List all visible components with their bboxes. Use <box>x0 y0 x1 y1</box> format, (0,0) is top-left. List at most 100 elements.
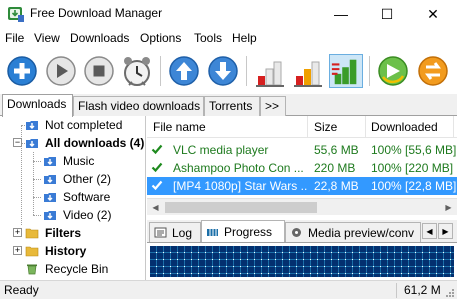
status-text: Ready <box>4 283 39 297</box>
resize-grip-icon[interactable] <box>444 287 454 297</box>
folder-download-icon <box>44 175 56 184</box>
menu-file[interactable]: File <box>5 31 24 45</box>
tree-line <box>33 179 41 180</box>
recycle-bin-icon <box>27 264 37 275</box>
maximize-button[interactable]: ☐ <box>364 0 410 28</box>
tree-item-not-completed[interactable]: Not completed <box>25 116 122 134</box>
tab-scroll-right-icon[interactable]: ▶ <box>438 223 453 239</box>
scroll-left-icon[interactable]: ◀ <box>147 199 164 216</box>
cell-size: 220 MB <box>314 161 356 175</box>
tab-label: Log <box>172 225 193 240</box>
tree-line <box>33 161 41 162</box>
table-row[interactable]: Ashampoo Photo Con ... 220 MB 100% [220 … <box>147 159 457 177</box>
check-icon <box>151 144 163 155</box>
status-traffic: 61,2 M <box>404 283 441 297</box>
tree-item-history[interactable]: History <box>25 242 86 260</box>
tree-item-all-downloads[interactable]: All downloads (4) <box>25 134 144 152</box>
list-header: File name Size Downloaded <box>147 116 457 138</box>
main-tabs: Downloads Flash video downloads Torrents… <box>0 94 457 117</box>
switch-icon[interactable] <box>416 54 450 88</box>
menu-options[interactable]: Options <box>140 31 181 45</box>
move-down-icon[interactable] <box>206 54 240 88</box>
category-tree: − + + Not completed All downloads (4) Mu… <box>0 116 146 280</box>
detail-tabs: Log Progress Media preview/conv ◀ ▶ <box>147 220 457 243</box>
cell-file-name: VLC media player <box>173 143 269 157</box>
add-icon[interactable] <box>5 54 39 88</box>
tree-item-software[interactable]: Software <box>43 188 110 206</box>
tab-log[interactable]: Log <box>149 222 201 242</box>
folder-download-icon <box>26 121 38 130</box>
collapse-toggle[interactable]: − <box>13 138 22 147</box>
column-header-file-name[interactable]: File name <box>153 120 206 134</box>
move-up-icon[interactable] <box>167 54 201 88</box>
tree-item-recycle-bin[interactable]: Recycle Bin <box>25 260 108 278</box>
menu-view[interactable]: View <box>34 31 60 45</box>
tree-label: Not completed <box>45 118 123 132</box>
tab-media-preview[interactable]: Media preview/conv <box>285 222 421 242</box>
menu-tools[interactable]: Tools <box>194 31 222 45</box>
menu-help[interactable]: Help <box>232 31 257 45</box>
folder-download-icon <box>44 157 56 166</box>
tree-label: Video (2) <box>63 208 112 222</box>
folder-download-icon <box>44 211 56 220</box>
tree-item-video[interactable]: Video (2) <box>43 206 111 224</box>
folder-icon <box>25 246 39 257</box>
toolbar-separator <box>160 56 161 86</box>
table-row[interactable]: VLC media player 55,6 MB 100% [55,6 MB] <box>147 141 457 159</box>
tab-downloads[interactable]: Downloads <box>2 94 73 117</box>
column-header-downloaded[interactable]: Downloaded <box>371 120 438 134</box>
tree-item-music[interactable]: Music <box>43 152 94 170</box>
tree-label: Filters <box>45 226 82 240</box>
stop-icon[interactable] <box>82 54 116 88</box>
minimize-button[interactable]: — <box>318 0 364 28</box>
cell-file-name: Ashampoo Photo Con ... <box>173 161 304 175</box>
tree-item-filters[interactable]: Filters <box>25 224 81 242</box>
scrollbar-thumb[interactable] <box>165 202 317 213</box>
tab-scroll-left-icon[interactable]: ◀ <box>422 223 437 239</box>
speed-low-icon[interactable] <box>253 54 287 88</box>
scheduler-icon[interactable] <box>120 54 154 88</box>
downloads-list: File name Size Downloaded VLC media play… <box>147 116 457 198</box>
column-divider[interactable] <box>365 116 366 138</box>
speed-high-icon[interactable] <box>329 54 363 88</box>
start-icon[interactable] <box>44 54 78 88</box>
toolbar <box>0 48 457 94</box>
refresh-icon[interactable] <box>376 54 410 88</box>
menu-bar: File View Downloads Options Tools Help <box>0 28 457 48</box>
close-button[interactable]: ✕ <box>410 0 456 28</box>
status-bar: Ready 61,2 M <box>0 280 457 299</box>
column-divider[interactable] <box>453 116 454 138</box>
speed-medium-icon[interactable] <box>291 54 325 88</box>
tree-label: Music <box>63 154 95 168</box>
toolbar-separator <box>246 56 247 86</box>
toolbar-separator <box>369 56 370 86</box>
window-title: Free Download Manager <box>30 6 163 20</box>
tab-flash-video-downloads[interactable]: Flash video downloads <box>73 96 204 116</box>
progress-icon <box>207 228 218 236</box>
cell-size: 22,8 MB <box>314 179 359 193</box>
expand-toggle[interactable]: + <box>13 228 22 237</box>
tree-item-other[interactable]: Other (2) <box>43 170 111 188</box>
menu-downloads[interactable]: Downloads <box>70 31 129 45</box>
tree-line <box>33 215 41 216</box>
expand-toggle[interactable]: + <box>13 246 22 255</box>
cell-downloaded: 100% [220 MB] <box>371 161 454 175</box>
tab-more[interactable]: >> <box>260 96 286 116</box>
column-header-size[interactable]: Size <box>314 120 337 134</box>
log-icon <box>154 227 167 238</box>
column-divider[interactable] <box>307 116 308 138</box>
tab-label: Media preview/conv <box>308 225 415 240</box>
tab-progress[interactable]: Progress <box>201 220 285 242</box>
table-row[interactable]: [MP4 1080p] Star Wars ... 22,8 MB 100% [… <box>147 177 457 195</box>
cell-size: 55,6 MB <box>314 143 359 157</box>
status-separator <box>396 283 397 298</box>
scroll-right-icon[interactable]: ▶ <box>440 199 457 216</box>
tab-torrents[interactable]: Torrents <box>204 96 260 116</box>
cell-downloaded: 100% [22,8 MB] <box>371 179 457 193</box>
list-horizontal-scrollbar[interactable]: ◀ ▶ <box>147 198 457 215</box>
tab-label: Progress <box>224 225 273 239</box>
progress-panel <box>147 243 457 280</box>
media-preview-icon <box>292 228 301 237</box>
app-logo-icon <box>8 7 24 22</box>
tree-label: History <box>45 244 87 258</box>
